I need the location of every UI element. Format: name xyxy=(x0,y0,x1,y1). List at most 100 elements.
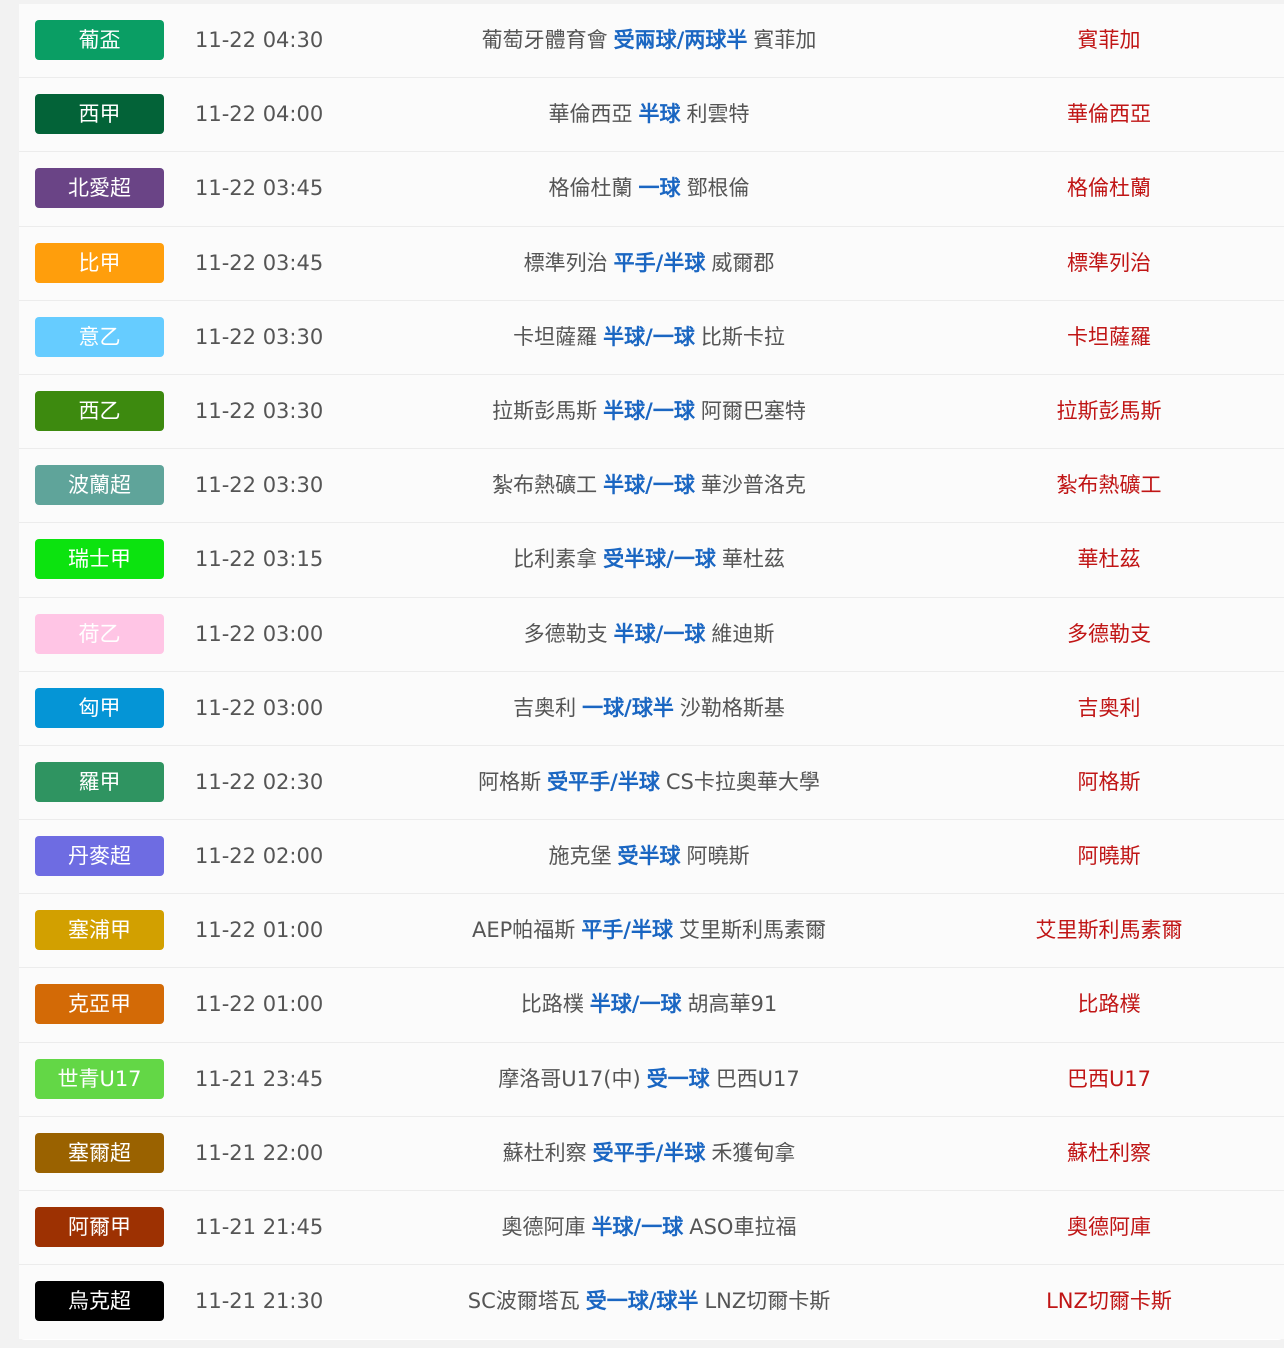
recommended-pick: 巴西U17 xyxy=(1066,1066,1152,1091)
home-team: 奧德阿庫 xyxy=(501,1215,586,1239)
match-info: 奧德阿庫 半球/一球 ASO車拉福 xyxy=(349,1191,949,1264)
match-info: 多德勒支 半球/一球 維迪斯 xyxy=(349,598,949,671)
recommended-pick: 華倫西亞 xyxy=(1067,102,1151,127)
away-team: 阿曉斯 xyxy=(686,844,750,869)
match-row[interactable]: 阿爾甲 11-21 21:45 奧德阿庫 半球/一球 ASO車拉福 奧德阿庫 xyxy=(19,1191,1284,1266)
league-badge[interactable]: 西乙 xyxy=(35,390,164,431)
home-team: 比路樸 xyxy=(520,992,584,1017)
match-list: 葡盃 11-22 04:30 葡萄牙體育會 受兩球/两球半 賓菲加 賓菲加 西甲 1… xyxy=(19,4,1284,1340)
recommended-pick: 格倫杜蘭 xyxy=(1067,176,1151,201)
kickoff-time: 11-22 03:00 xyxy=(195,621,324,646)
home-team: 比利素拿 xyxy=(513,547,598,572)
league-badge[interactable]: 阿爾甲 xyxy=(35,1207,164,1247)
away-team: 沙勒格斯基 xyxy=(679,695,785,720)
match-info: 格倫杜蘭 一球 鄧根倫 xyxy=(349,152,949,225)
recommended-pick: 拉斯彭馬斯 xyxy=(1056,398,1162,423)
match-row[interactable]: 北愛超 11-22 03:45 格倫杜蘭 一球 鄧根倫 格倫杜蘭 xyxy=(19,152,1284,227)
kickoff-time: 11-22 03:30 xyxy=(195,473,324,498)
handicap-line: 受半球 xyxy=(617,844,681,869)
match-row[interactable]: 意乙 11-22 03:30 卡坦薩羅 半球/一球 比斯卡拉 卡坦薩羅 xyxy=(19,300,1284,375)
league-badge[interactable]: 意乙 xyxy=(35,316,164,357)
away-team: 利雲特 xyxy=(686,102,750,127)
match-row[interactable]: 西甲 11-22 04:00 華倫西亞 半球 利雲特 華倫西亞 xyxy=(19,78,1284,153)
kickoff-time: 11-22 03:00 xyxy=(195,695,324,720)
match-row[interactable]: 瑞士甲 11-22 03:15 比利素拿 受半球/一球 華杜茲 華杜茲 xyxy=(19,523,1284,598)
away-team: 維迪斯 xyxy=(711,621,775,646)
away-team: 華杜茲 xyxy=(721,547,785,572)
recommended-pick: 艾里斯利馬素爾 xyxy=(1035,918,1183,943)
handicap-line: 半球/一球 xyxy=(591,1215,684,1239)
handicap-line: 受一球/球半 xyxy=(585,1289,699,1314)
home-team: 蘇杜利察 xyxy=(502,1140,587,1165)
handicap-line: 一球 xyxy=(638,176,681,201)
handicap-line: 受半球/一球 xyxy=(603,547,716,572)
recommended-pick: 多德勒支 xyxy=(1067,621,1151,646)
match-row[interactable]: 丹麥超 11-22 02:00 施克堡 受半球 阿曉斯 阿曉斯 xyxy=(19,820,1284,895)
recommended-pick: 蘇杜利察 xyxy=(1067,1140,1151,1165)
match-info: 拉斯彭馬斯 半球/一球 阿爾巴塞特 xyxy=(349,375,949,448)
home-team: 施克堡 xyxy=(548,844,612,869)
league-badge[interactable]: 比甲 xyxy=(35,242,164,283)
match-info: 比利素拿 受半球/一球 華杜茲 xyxy=(349,523,949,596)
match-row[interactable]: 匈甲 11-22 03:00 吉奥利 一球/球半 沙勒格斯基 吉奥利 xyxy=(19,671,1284,746)
away-team: 鄧根倫 xyxy=(686,176,750,201)
kickoff-time: 11-22 03:45 xyxy=(195,176,324,201)
match-info: 華倫西亞 半球 利雲特 xyxy=(349,78,949,151)
home-team: AEP帕福斯 xyxy=(472,918,576,943)
kickoff-time: 11-22 03:15 xyxy=(195,547,324,572)
match-row[interactable]: 塞爾超 11-21 22:00 蘇杜利察 受平手/半球 禾獲甸拿 蘇杜利察 xyxy=(19,1116,1284,1191)
match-row[interactable]: 波蘭超 11-22 03:30 紮布熱礦工 半球/一球 華沙普洛克 紮布熱礦工 xyxy=(19,449,1284,524)
league-badge[interactable]: 西甲 xyxy=(35,94,164,135)
match-info: AEP帕福斯 平手/半球 艾里斯利馬素爾 xyxy=(349,894,949,967)
home-team: 葡萄牙體育會 xyxy=(481,28,608,52)
home-team: 紮布熱礦工 xyxy=(492,473,598,498)
league-badge[interactable]: 葡盃 xyxy=(35,20,164,60)
match-row[interactable]: 荷乙 11-22 03:00 多德勒支 半球/一球 維迪斯 多德勒支 xyxy=(19,597,1284,672)
away-team: 賓菲加 xyxy=(753,28,817,52)
match-row[interactable]: 比甲 11-22 03:45 標準列治 平手/半球 威爾郡 標準列治 xyxy=(19,226,1284,301)
away-team: 華沙普洛克 xyxy=(700,473,806,498)
league-badge[interactable]: 瑞士甲 xyxy=(35,539,164,580)
match-row[interactable]: 世青U17 11-21 23:45 摩洛哥U17(中) 受一球 巴西U17 巴西U1… xyxy=(19,1042,1284,1117)
match-row[interactable]: 西乙 11-22 03:30 拉斯彭馬斯 半球/一球 阿爾巴塞特 拉斯彭馬斯 xyxy=(19,374,1284,450)
league-badge[interactable]: 世青U17 xyxy=(35,1058,164,1099)
kickoff-time: 11-22 01:00 xyxy=(195,918,324,943)
kickoff-time: 11-22 04:30 xyxy=(195,28,324,52)
handicap-line: 半球/一球 xyxy=(589,992,682,1017)
away-team: 胡高華91 xyxy=(687,992,778,1017)
league-badge[interactable]: 塞浦甲 xyxy=(35,910,164,951)
handicap-line: 受平手/半球 xyxy=(547,769,660,794)
handicap-line: 半球/一球 xyxy=(603,473,695,498)
match-info: 施克堡 受半球 阿曉斯 xyxy=(349,820,949,893)
away-team: 威爾郡 xyxy=(711,250,775,275)
handicap-line: 半球/一球 xyxy=(603,324,695,349)
league-badge[interactable]: 荷乙 xyxy=(35,613,164,654)
recommended-pick: LNZ切爾卡斯 xyxy=(1046,1289,1172,1314)
match-row[interactable]: 烏克超 11-21 21:30 SC波爾塔瓦 受一球/球半 LNZ切爾卡斯 LNZ切… xyxy=(19,1265,1284,1340)
handicap-line: 半球/一球 xyxy=(603,398,695,423)
kickoff-time: 11-22 03:45 xyxy=(195,250,324,275)
league-badge[interactable]: 北愛超 xyxy=(35,168,164,209)
match-row[interactable]: 塞浦甲 11-22 01:00 AEP帕福斯 平手/半球 艾里斯利馬素爾 艾里斯利馬… xyxy=(19,894,1284,969)
kickoff-time: 11-22 03:30 xyxy=(195,398,324,423)
match-info: 蘇杜利察 受平手/半球 禾獲甸拿 xyxy=(349,1117,949,1190)
league-badge[interactable]: 波蘭超 xyxy=(35,465,164,506)
league-badge[interactable]: 克亞甲 xyxy=(35,984,164,1025)
recommended-pick: 紮布熱礦工 xyxy=(1056,473,1162,498)
league-badge[interactable]: 烏克超 xyxy=(35,1281,164,1322)
away-team: LNZ切爾卡斯 xyxy=(704,1289,831,1314)
away-team: 比斯卡拉 xyxy=(700,324,785,349)
match-row[interactable]: 葡盃 11-22 04:30 葡萄牙體育會 受兩球/两球半 賓菲加 賓菲加 xyxy=(19,4,1284,79)
match-info: 卡坦薩羅 半球/一球 比斯卡拉 xyxy=(349,301,949,374)
handicap-line: 受平手/半球 xyxy=(592,1140,706,1165)
handicap-line: 半球 xyxy=(638,102,681,127)
handicap-line: 受兩球/两球半 xyxy=(613,28,748,52)
league-badge[interactable]: 丹麥超 xyxy=(35,836,164,877)
league-badge[interactable]: 匈甲 xyxy=(35,687,164,728)
match-row[interactable]: 克亞甲 11-22 01:00 比路樸 半球/一球 胡高華91 比路樸 xyxy=(19,968,1284,1043)
league-badge[interactable]: 羅甲 xyxy=(35,761,164,802)
match-row[interactable]: 羅甲 11-22 02:30 阿格斯 受平手/半球 CS卡拉奧華大學 阿格斯 xyxy=(19,745,1284,821)
kickoff-time: 11-21 22:00 xyxy=(195,1140,324,1165)
league-badge[interactable]: 塞爾超 xyxy=(35,1132,164,1173)
kickoff-time: 11-22 02:00 xyxy=(195,844,324,869)
